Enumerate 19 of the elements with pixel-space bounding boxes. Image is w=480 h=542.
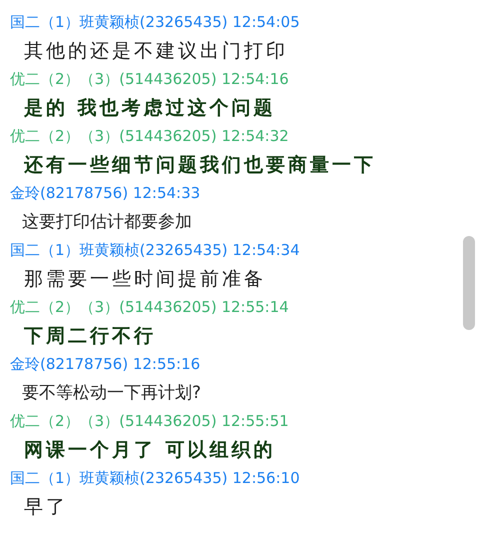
scrollbar-thumb[interactable] bbox=[463, 236, 475, 330]
message-text: 早了 bbox=[24, 494, 68, 520]
message-text: 网课一个月了 可以组织的 bbox=[24, 438, 276, 462]
sender-line: 金玲(82178756) 12:54:33 bbox=[10, 183, 200, 203]
sender-line: 优二（2）（3）(514436205) 12:54:32 bbox=[10, 126, 289, 146]
sender-line: 国二（1）班黄颖桢(23265435) 12:54:05 bbox=[10, 12, 300, 32]
sender-line: 优二（2）（3）(514436205) 12:55:14 bbox=[10, 297, 289, 317]
message-text: 是的 我也考虑过这个问题 bbox=[24, 96, 276, 120]
message-text: 其他的还是不建议出门打印 bbox=[24, 38, 288, 64]
sender-line: 国二（1）班黄颖桢(23265435) 12:56:10 bbox=[10, 468, 300, 488]
message-text: 那需要一些时间提前准备 bbox=[24, 266, 266, 292]
message-text: 还有一些细节问题我们也要商量一下 bbox=[24, 152, 376, 178]
message-text: 这要打印估计都要参加 bbox=[22, 211, 192, 234]
sender-line: 优二（2）（3）(514436205) 12:55:51 bbox=[10, 411, 289, 431]
sender-line: 优二（2）（3）(514436205) 12:54:16 bbox=[10, 69, 289, 89]
message-text: 要不等松动一下再计划? bbox=[22, 382, 202, 405]
message-text: 下周二行不行 bbox=[24, 324, 156, 348]
sender-line: 金玲(82178756) 12:55:16 bbox=[10, 354, 200, 374]
sender-line: 国二（1）班黄颖桢(23265435) 12:54:34 bbox=[10, 240, 300, 260]
